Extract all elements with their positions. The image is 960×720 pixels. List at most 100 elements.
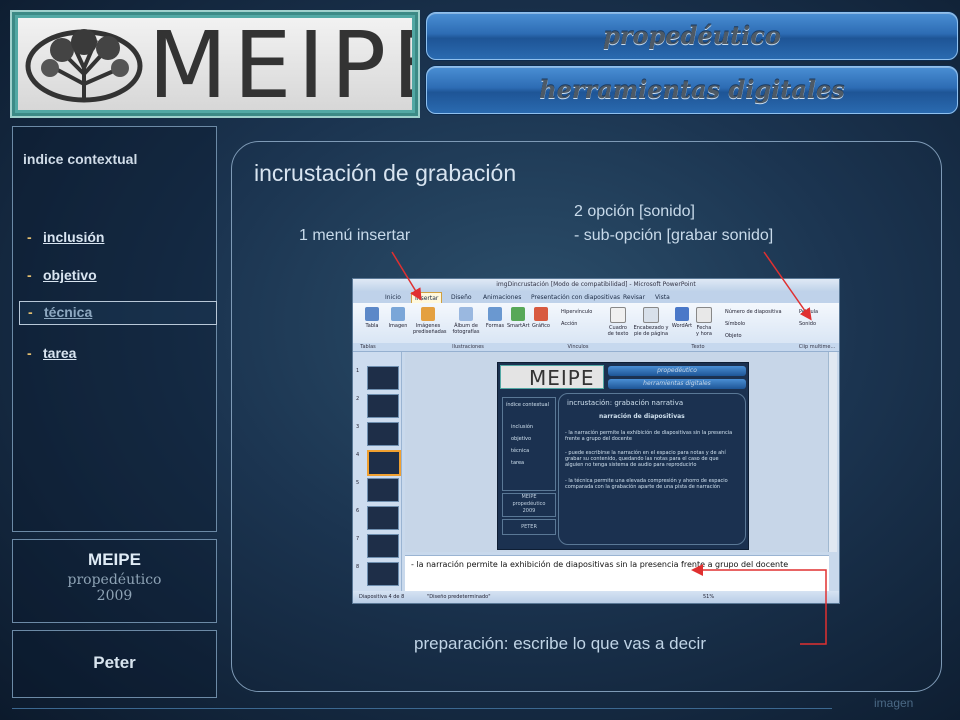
ppt-group-tablas: Tablas: [353, 343, 384, 351]
thumb-number: 7: [356, 536, 360, 542]
ppt-btn-accion[interactable]: Acción: [561, 321, 577, 327]
ppt-tab-revisar[interactable]: Revisar: [623, 292, 645, 303]
ppt-ribbon-tabs: Inicio Insertar Diseño Animaciones Prese…: [353, 291, 839, 304]
nav-label[interactable]: técnica: [44, 304, 92, 320]
ppt-btn-album[interactable]: Álbum de fotografías: [449, 307, 483, 335]
ppt-group-texto: Texto: [603, 343, 794, 351]
ppt-btn-fecha[interactable]: Fecha y hora: [695, 307, 713, 337]
slide-thumbnail[interactable]: [367, 534, 399, 558]
picture-icon: [391, 307, 405, 321]
header-pill-herramientas[interactable]: herramientas digitales: [426, 66, 958, 114]
slide-thumbnail[interactable]: [367, 366, 399, 390]
ppt-tab-vista[interactable]: Vista: [655, 292, 670, 303]
annotation-menu-insertar: 1 menú insertar: [299, 227, 411, 244]
clipart-icon: [421, 307, 435, 321]
mini-side-item: tarea: [511, 460, 525, 466]
meipe-info-box: MEIPE propedéutico 2009: [12, 539, 217, 623]
mini-bullet: - puede escribirse la narración en el es…: [565, 450, 726, 468]
annotation-subopcion-grabar: - sub-opción [grabar sonido]: [574, 227, 774, 244]
ppt-btn-objeto[interactable]: Objeto: [725, 333, 742, 339]
ppt-title-bar: imgDincrustación [Modo de compatibilidad…: [353, 279, 839, 291]
ppt-btn-imagenes-predisenadas[interactable]: Imágenes prediseñadas: [413, 307, 447, 335]
ppt-slide-thumbnails: 1 2 3 4 5 6 7 8: [353, 352, 402, 592]
author-name: Peter: [93, 653, 136, 672]
mini-pill-bottom: herramientas digitales: [608, 379, 746, 389]
mini-bullet: - la narración permite la exhibición de …: [565, 430, 733, 442]
smartart-icon: [511, 307, 525, 321]
header-pill-propedeutico[interactable]: propedéutico: [426, 12, 958, 60]
ppt-btn-encabezado[interactable]: Encabezado y pie de página: [633, 307, 669, 337]
ppt-btn-hipervinculo[interactable]: Hipervínculo: [561, 309, 592, 315]
mini-side-item: inclusión: [511, 424, 534, 430]
logo: MEIPE: [10, 10, 420, 118]
sidebar-item-objetivo[interactable]: - objetivo: [19, 265, 215, 287]
ppt-group-vinculos: Vínculos: [553, 343, 604, 351]
sidebar-item-tarea[interactable]: - tarea: [19, 343, 215, 365]
ppt-btn-cuadro-texto[interactable]: Cuadro de texto: [607, 307, 629, 337]
thumb-number: 5: [356, 480, 360, 486]
header-footer-icon: [643, 307, 659, 323]
ppt-tab-animaciones[interactable]: Animaciones: [483, 292, 521, 303]
nav-label[interactable]: inclusión: [43, 229, 104, 245]
ppt-btn-pelicula[interactable]: Película: [799, 309, 818, 315]
slide-thumbnail[interactable]: [367, 506, 399, 530]
annotation-preparacion: preparación: escribe lo que vas a decir: [414, 634, 706, 653]
slide-thumbnail[interactable]: [367, 562, 399, 586]
mini-subtitle: narración de diapositivas: [599, 413, 685, 420]
ppt-vertical-scrollbar[interactable]: [828, 352, 837, 552]
table-icon: [365, 307, 379, 321]
nav-dash: -: [27, 229, 32, 245]
thumb-number: 3: [356, 424, 360, 430]
ppt-btn-smartart[interactable]: SmartArt: [507, 307, 530, 329]
ppt-tab-presentacion[interactable]: Presentación con diapositivas: [531, 292, 620, 303]
mini-peter-box: PETER: [502, 519, 556, 535]
ppt-btn-sonido[interactable]: Sonido: [799, 321, 816, 327]
meipe-subtitle: propedéutico: [67, 572, 162, 588]
slide-thumbnail-selected[interactable]: [367, 450, 401, 476]
ppt-tab-inicio[interactable]: Inicio: [385, 292, 401, 303]
nav-dash: -: [27, 345, 32, 361]
ppt-slide-canvas: MEIPE propedéutico herramientas digitale…: [405, 352, 829, 552]
ppt-notes-text: - la narración permite la exhibición de …: [411, 560, 789, 569]
ppt-btn-tabla[interactable]: Tabla: [361, 307, 383, 329]
ppt-btn-grafico[interactable]: Gráfico: [531, 307, 551, 329]
ppt-notes-pane[interactable]: - la narración permite la exhibición de …: [405, 555, 829, 592]
mini-meipe-box: MEIPE propedéutico 2009: [502, 493, 556, 517]
wordart-icon: [675, 307, 689, 321]
tree-icon: [25, 29, 143, 103]
ppt-btn-numero-diapositiva[interactable]: Número de diapositiva: [725, 309, 782, 315]
thumb-number: 6: [356, 508, 360, 514]
ppt-btn-wordart[interactable]: WordArt: [671, 307, 693, 329]
sidebar: indice contextual - inclusión - objetivo…: [12, 126, 217, 532]
ppt-btn-formas[interactable]: Formas: [485, 307, 505, 329]
nav-label[interactable]: objetivo: [43, 267, 97, 283]
author-box: Peter: [12, 630, 217, 698]
mini-slide[interactable]: MEIPE propedéutico herramientas digitale…: [497, 362, 749, 550]
status-slide-count: Diapositiva 4 de 8: [359, 594, 405, 600]
ppt-btn-imagen[interactable]: Imagen: [387, 307, 409, 329]
mini-side-title: índice contextual: [506, 402, 550, 408]
sidebar-item-inclusion[interactable]: - inclusión: [19, 227, 215, 249]
footer-label: imagen: [874, 696, 914, 710]
status-zoom[interactable]: 51%: [703, 591, 714, 603]
ppt-group-clip: Clip multime...: [793, 343, 839, 351]
ppt-tab-diseno[interactable]: Diseño: [451, 292, 472, 303]
slide-thumbnail[interactable]: [367, 394, 399, 418]
sidebar-item-tecnica[interactable]: - técnica: [19, 301, 217, 325]
thumb-number: 4: [356, 452, 360, 458]
mini-side-item: objetivo: [511, 436, 532, 442]
mini-bullet: - la técnica permite una elevada compres…: [565, 478, 728, 490]
textbox-icon: [610, 307, 626, 323]
thumb-number: 8: [356, 564, 360, 570]
slide-thumbnail[interactable]: [367, 422, 399, 446]
thumb-number: 2: [356, 396, 360, 402]
slide-thumbnail[interactable]: [367, 478, 399, 502]
mini-side-item: técnica: [511, 448, 530, 454]
mini-sidebar: índice contextual inclusión objetivo téc…: [502, 397, 556, 491]
slide-title: incrustación de grabación: [254, 160, 517, 186]
mini-main-panel: incrustación: grabación narrativa narrac…: [558, 393, 746, 545]
ppt-btn-simbolo[interactable]: Símbolo: [725, 321, 745, 327]
nav-label[interactable]: tarea: [43, 345, 76, 361]
ppt-status-bar: Diapositiva 4 de 8 "Diseño predeterminad…: [353, 591, 839, 603]
calendar-icon: [696, 307, 712, 323]
